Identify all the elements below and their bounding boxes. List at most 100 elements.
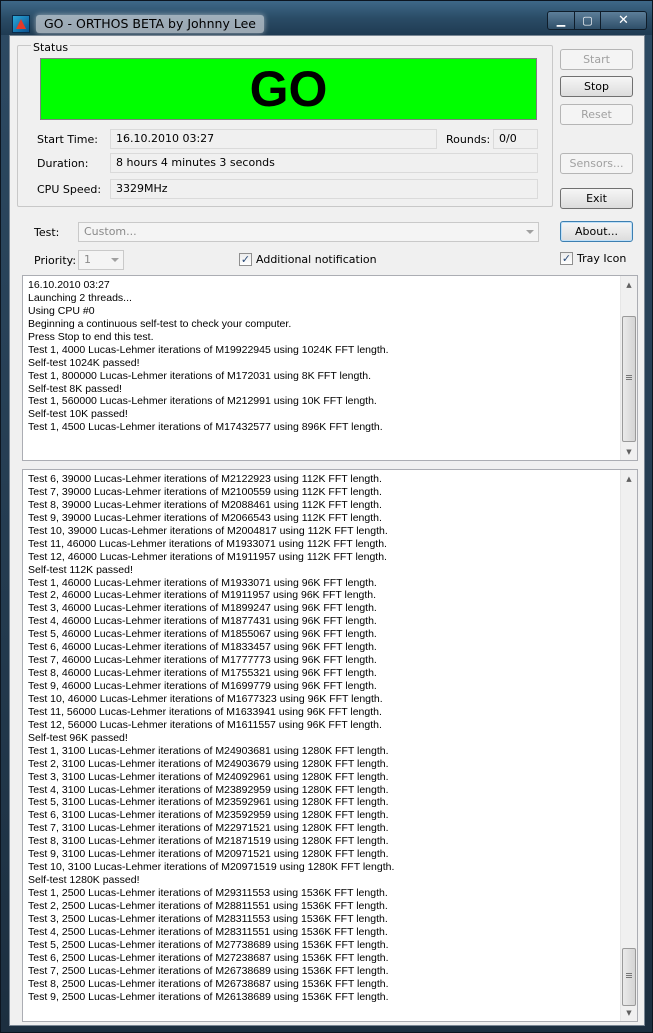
log-line: Test 7, 3100 Lucas-Lehmer iterations of … (28, 822, 389, 835)
log-line: Self-test 1024K passed! (28, 356, 140, 369)
minimize-icon: ▁ (556, 14, 566, 27)
caption-buttons: ▁ ▢ ✕ (547, 11, 647, 30)
log-line: Test 4, 46000 Lucas-Lehmer iterations of… (28, 615, 377, 628)
tray-icon-checkbox[interactable]: ✓ (560, 252, 573, 265)
additional-notification-option[interactable]: ✓ Additional notification (239, 253, 377, 266)
start-time-field: 16.10.2010 03:27 (110, 129, 437, 149)
log-line: Test 7, 2500 Lucas-Lehmer iterations of … (28, 964, 389, 977)
sensors-button[interactable]: Sensors... (560, 153, 633, 174)
log-line: Self-test 1280K passed! (28, 874, 140, 887)
log-line: Test 5, 2500 Lucas-Lehmer iterations of … (28, 938, 389, 951)
scroll-down-arrow-icon[interactable]: ▼ (621, 443, 637, 460)
log-line: Test 2, 46000 Lucas-Lehmer iterations of… (28, 589, 377, 602)
additional-notification-checkbox[interactable]: ✓ (239, 253, 252, 266)
test-label: Test: (34, 226, 60, 239)
log-line: Test 12, 56000 Lucas-Lehmer iterations o… (28, 718, 382, 731)
log-line: Test 2, 3100 Lucas-Lehmer iterations of … (28, 757, 389, 770)
log-line: Test 5, 3100 Lucas-Lehmer iterations of … (28, 796, 389, 809)
log-line: Test 10, 39000 Lucas-Lehmer iterations o… (28, 524, 388, 537)
priority-select[interactable]: 1 (78, 250, 124, 270)
test-select[interactable]: Custom... (78, 222, 539, 242)
start-time-label: Start Time: (37, 133, 98, 146)
priority-select-value: 1 (84, 253, 91, 266)
window-title: GO - ORTHOS BETA by Johnny Lee (36, 15, 264, 33)
log-line: Test 5, 46000 Lucas-Lehmer iterations of… (28, 628, 377, 641)
about-button[interactable]: About... (560, 221, 633, 242)
duration-label: Duration: (37, 157, 89, 170)
maximize-button[interactable]: ▢ (575, 11, 601, 30)
log-line: Test 9, 2500 Lucas-Lehmer iterations of … (28, 990, 389, 1003)
log-line: Test 11, 56000 Lucas-Lehmer iterations o… (28, 705, 382, 718)
log-line: Test 3, 46000 Lucas-Lehmer iterations of… (28, 602, 377, 615)
log-line: Test 6, 3100 Lucas-Lehmer iterations of … (28, 809, 389, 822)
log-top-lines: 16.10.2010 03:27 Launching 2 threads... Us… (28, 279, 619, 434)
scroll-thumb[interactable] (622, 948, 636, 1006)
duration-field: 8 hours 4 minutes 3 seconds (110, 153, 538, 173)
scroll-down-arrow-icon[interactable]: ▼ (621, 1004, 637, 1021)
log-line: Test 9, 46000 Lucas-Lehmer iterations of… (28, 680, 377, 692)
chevron-down-icon (526, 230, 534, 234)
log-line: Test 1, 3100 Lucas-Lehmer iterations of … (28, 744, 389, 757)
log-line: Test 1, 560000 Lucas-Lehmer iterations o… (28, 395, 377, 408)
stop-button[interactable]: Stop (560, 76, 633, 97)
log-line: Beginning a continuous self-test to chec… (28, 317, 292, 330)
start-button[interactable]: Start (560, 49, 633, 70)
log-line: Test 4, 3100 Lucas-Lehmer iterations of … (28, 783, 389, 796)
log-bottom[interactable]: Test 6, 39000 Lucas-Lehmer iterations of… (22, 469, 638, 1022)
log-line: Test 3, 2500 Lucas-Lehmer iterations of … (28, 912, 388, 925)
chevron-down-icon (111, 258, 119, 262)
log-line: Test 7, 39000 Lucas-Lehmer iterations of… (28, 485, 382, 498)
log-line: Using CPU #0 (28, 304, 95, 317)
status-legend: Status (31, 41, 71, 54)
log-line: Self-test 10K passed! (28, 408, 128, 421)
log-line: Test 8, 46000 Lucas-Lehmer iterations of… (28, 667, 377, 680)
log-line: Test 2, 2500 Lucas-Lehmer iterations of … (28, 899, 388, 912)
log-line: Launching 2 threads... (28, 291, 132, 304)
log-line: Test 10, 3100 Lucas-Lehmer iterations of… (28, 861, 395, 874)
exit-button[interactable]: Exit (560, 188, 633, 209)
reset-button[interactable]: Reset (560, 104, 633, 125)
close-icon: ✕ (618, 13, 629, 28)
log-line: 16.10.2010 03:27 (28, 279, 110, 291)
tray-icon-option[interactable]: ✓ Tray Icon (560, 252, 626, 265)
log-line: Self-test 112K passed! (28, 563, 133, 576)
test-select-value: Custom... (84, 225, 137, 238)
cpu-speed-label: CPU Speed: (37, 183, 102, 196)
priority-label: Priority: (34, 254, 77, 267)
scroll-up-arrow-icon[interactable]: ▲ (621, 276, 637, 293)
log-line: Test 8, 3100 Lucas-Lehmer iterations of … (28, 835, 389, 848)
log-line: Test 11, 46000 Lucas-Lehmer iterations o… (28, 537, 387, 550)
log-line: Test 4, 2500 Lucas-Lehmer iterations of … (28, 925, 388, 938)
log-top[interactable]: 16.10.2010 03:27 Launching 2 threads... Us… (22, 275, 638, 461)
log-line: Test 9, 3100 Lucas-Lehmer iterations of … (28, 848, 389, 861)
log-line: Test 9, 39000 Lucas-Lehmer iterations of… (28, 511, 382, 524)
log-line: Self-test 96K passed! (28, 731, 128, 744)
log-line: Test 8, 2500 Lucas-Lehmer iterations of … (28, 977, 389, 990)
rounds-field: 0/0 (493, 129, 538, 149)
log-line: Test 1, 4000 Lucas-Lehmer iterations of … (28, 343, 389, 356)
minimize-button[interactable]: ▁ (547, 11, 575, 30)
additional-notification-label: Additional notification (256, 253, 377, 266)
log-line: Test 1, 800000 Lucas-Lehmer iterations o… (28, 369, 372, 382)
log-line: Test 1, 4500 Lucas-Lehmer iterations of … (28, 421, 383, 434)
log-line: Test 6, 39000 Lucas-Lehmer iterations of… (28, 473, 382, 485)
app-icon[interactable] (12, 15, 30, 33)
log-line: Self-test 8K passed! (28, 382, 122, 395)
log-top-scrollbar[interactable]: ▲ ▼ (620, 276, 637, 460)
orthos-window: GO - ORTHOS BETA by Johnny Lee ▁ ▢ ✕ Sta… (0, 0, 653, 1033)
log-bottom-scrollbar[interactable]: ▲ ▼ (620, 470, 637, 1021)
log-line: Test 1, 2500 Lucas-Lehmer iterations of … (28, 887, 388, 899)
log-line: Test 10, 46000 Lucas-Lehmer iterations o… (28, 692, 383, 705)
tray-icon-label: Tray Icon (577, 252, 627, 265)
close-button[interactable]: ✕ (601, 11, 647, 30)
log-line: Test 7, 46000 Lucas-Lehmer iterations of… (28, 654, 377, 667)
scroll-thumb[interactable] (622, 316, 636, 442)
log-line: Test 8, 39000 Lucas-Lehmer iterations of… (28, 498, 382, 511)
status-indicator: GO (40, 58, 537, 120)
log-line: Test 6, 2500 Lucas-Lehmer iterations of … (28, 951, 389, 964)
log-line: Test 6, 46000 Lucas-Lehmer iterations of… (28, 641, 377, 654)
title-bar[interactable]: GO - ORTHOS BETA by Johnny Lee ▁ ▢ ✕ (1, 1, 652, 35)
scroll-up-arrow-icon[interactable]: ▲ (621, 470, 637, 487)
log-line: Test 3, 3100 Lucas-Lehmer iterations of … (28, 770, 389, 783)
log-line: Press Stop to end this test. (28, 330, 154, 343)
